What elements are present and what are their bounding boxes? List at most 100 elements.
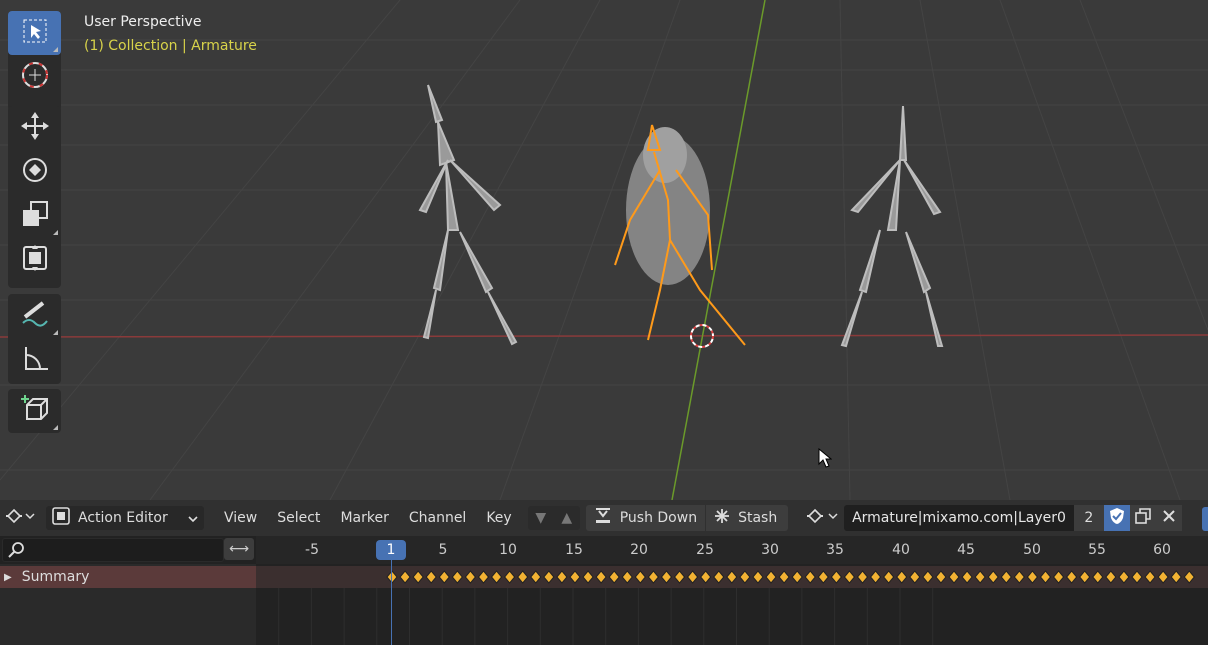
menu-select[interactable]: Select (267, 510, 330, 526)
stash-button[interactable]: Stash (706, 505, 789, 531)
annotate-icon (19, 299, 51, 333)
keyframe-diamond[interactable] (608, 570, 620, 584)
keyframe-diamond[interactable] (1170, 570, 1182, 584)
keyframe-diamond[interactable] (1157, 570, 1169, 584)
action-browse-button[interactable] (806, 506, 842, 530)
keyframe-diamond[interactable] (660, 570, 673, 584)
channel-search-input[interactable] (2, 538, 224, 562)
keyframe-diamond[interactable] (726, 570, 738, 584)
move-tool[interactable] (8, 106, 61, 150)
header-edge-tab[interactable] (1202, 507, 1208, 531)
keyframe-diamond[interactable] (948, 570, 960, 584)
action-name-field[interactable]: Armature|mixamo.com|Layer0 (844, 505, 1074, 531)
keyframe-diamond[interactable] (595, 570, 607, 584)
select-box-tool[interactable] (8, 11, 61, 55)
keyframe-diamond[interactable] (974, 570, 986, 584)
keyframe-diamond[interactable] (700, 570, 712, 584)
keyframe-diamond[interactable] (1065, 570, 1078, 584)
3d-viewport[interactable]: User Perspective (1) Collection | Armatu… (0, 0, 1208, 500)
keyframe-diamond[interactable] (386, 570, 398, 584)
keyframe-diamond[interactable] (856, 570, 869, 584)
keyframe-diamond[interactable] (503, 570, 516, 584)
summary-channel[interactable]: ▶ Summary (0, 566, 256, 588)
summary-track[interactable] (256, 566, 1208, 588)
keyframe-diamond[interactable] (869, 570, 882, 584)
cursor-tool[interactable] (8, 55, 61, 99)
keyframe-diamond[interactable] (1131, 570, 1143, 584)
keyframe-diamond[interactable] (464, 570, 477, 584)
keyframe-diamond[interactable] (425, 570, 437, 584)
dopesheet-icon (6, 508, 36, 528)
playhead-line[interactable] (391, 556, 392, 645)
keyframe-diamond[interactable] (1092, 570, 1104, 584)
keyframe-diamond[interactable] (1183, 570, 1195, 584)
keyframe-diamond[interactable] (739, 570, 751, 584)
keyframe-diamond[interactable] (530, 570, 542, 584)
editor-type-button[interactable] (6, 506, 36, 530)
menu-marker[interactable]: Marker (330, 510, 398, 526)
fake-user-button[interactable] (1103, 505, 1130, 531)
annotate-tool[interactable] (8, 294, 61, 338)
keyframe-diamond[interactable] (713, 570, 725, 584)
keyframe-diamond[interactable] (961, 570, 973, 584)
menu-key[interactable]: Key (476, 510, 521, 526)
keyframe-diamond[interactable] (1079, 570, 1091, 584)
keyframe-diamond[interactable] (673, 570, 686, 584)
keyframe-diamond[interactable] (634, 570, 646, 584)
keyframe-diamond[interactable] (1026, 570, 1039, 584)
nla-buttons: Push Down Stash (585, 505, 789, 531)
keyframe-diamond[interactable] (490, 570, 503, 584)
keyframe-diamond[interactable] (686, 570, 699, 584)
keyframe-diamond[interactable] (909, 570, 921, 584)
keyframe-diamond[interactable] (843, 570, 856, 584)
keyframe-row (386, 570, 1195, 584)
expand-triangle-icon[interactable]: ▶ (4, 572, 12, 583)
swap-filter-button[interactable]: ⟷ (224, 538, 254, 560)
keyframe-diamond[interactable] (896, 570, 908, 584)
keyframe-diamond[interactable] (1118, 570, 1130, 584)
menu-view[interactable]: View (214, 510, 267, 526)
keyframe-diamond[interactable] (556, 570, 568, 584)
keyframe-diamond[interactable] (1000, 570, 1012, 584)
keyframe-diamond[interactable] (817, 570, 829, 584)
keyframe-diamond[interactable] (1105, 570, 1117, 584)
keyframe-diamond[interactable] (569, 570, 581, 584)
duplicate-action-button[interactable] (1129, 505, 1156, 531)
transform-tool[interactable] (8, 238, 61, 282)
keyframe-diamond[interactable] (543, 570, 555, 584)
keyframe-diamond[interactable] (1013, 570, 1026, 584)
keyframe-diamond[interactable] (1144, 570, 1156, 584)
keyframe-diamond[interactable] (804, 570, 816, 584)
keyframe-diamond[interactable] (517, 570, 529, 584)
keyframe-diamond[interactable] (621, 570, 633, 584)
keyframe-diamond[interactable] (647, 570, 660, 584)
keyframe-diamond[interactable] (438, 570, 450, 584)
keyframe-diamond[interactable] (752, 570, 764, 584)
keyframe-diamond[interactable] (1052, 570, 1065, 584)
users-count-button[interactable]: 2 (1073, 505, 1104, 531)
keyframe-diamond[interactable] (883, 570, 895, 584)
keyframe-diamond[interactable] (477, 570, 490, 584)
keyframe-diamond[interactable] (830, 570, 843, 584)
keyframe-diamond[interactable] (399, 570, 411, 584)
scale-tool[interactable] (8, 194, 61, 238)
keyframe-diamond[interactable] (987, 570, 999, 584)
layer-down-button[interactable]: ▼ (528, 506, 554, 530)
keyframe-diamond[interactable] (582, 570, 594, 584)
keyframe-diamond[interactable] (935, 570, 947, 584)
mode-dropdown[interactable]: Action Editor (46, 506, 204, 530)
keyframe-diamond[interactable] (922, 570, 934, 584)
keyframe-diamond[interactable] (412, 570, 424, 584)
rotate-tool[interactable] (8, 150, 61, 194)
keyframe-diamond[interactable] (451, 570, 464, 584)
keyframe-diamond[interactable] (1039, 570, 1052, 584)
keyframe-diamond[interactable] (791, 570, 803, 584)
add-cube-tool[interactable] (8, 389, 61, 433)
layer-up-button[interactable]: ▲ (554, 506, 580, 530)
unlink-action-button[interactable] (1155, 505, 1182, 531)
measure-tool[interactable] (8, 338, 61, 382)
keyframe-diamond[interactable] (778, 570, 790, 584)
menu-channel[interactable]: Channel (399, 510, 476, 526)
keyframe-diamond[interactable] (765, 570, 777, 584)
push-down-button[interactable]: Push Down (585, 505, 706, 531)
